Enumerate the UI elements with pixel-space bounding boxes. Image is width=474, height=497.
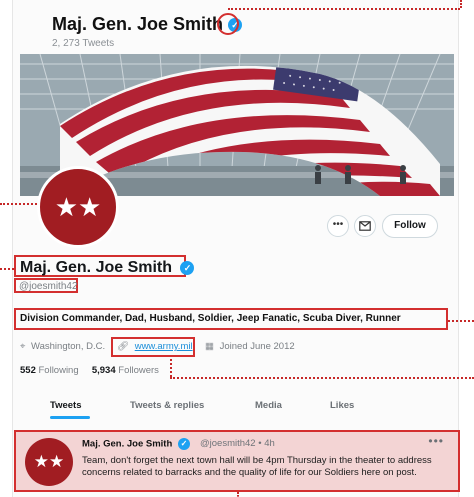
callout-line-left xyxy=(0,203,40,205)
verified-badge-icon: ✓ xyxy=(180,260,195,275)
followers-label: Followers xyxy=(118,365,159,376)
profile-bio: Division Commander, Dad, Husband, Soldie… xyxy=(20,313,401,324)
header-name-text: Maj. Gen. Joe Smith xyxy=(52,14,224,34)
following-label: Following xyxy=(38,365,79,376)
tab-tweets[interactable]: Tweets xyxy=(50,400,82,411)
tab-media-label: Media xyxy=(255,400,282,411)
callout-line-tweet xyxy=(237,492,239,497)
callout-line-bio xyxy=(448,320,474,322)
header-name: Maj. Gen. Joe Smith ✓ xyxy=(52,14,243,35)
profile-avatar[interactable]: ★★ xyxy=(37,166,119,248)
profile-handle: @joesmith42 xyxy=(19,281,78,292)
tweet-handle-time: @joesmith42 • 4h xyxy=(200,438,275,449)
follow-label: Follow xyxy=(394,220,426,231)
profile-tabs: Tweets Tweets & replies Media Likes xyxy=(20,400,454,426)
mail-icon xyxy=(359,221,371,231)
callout-line-website xyxy=(170,359,172,377)
website-link[interactable]: www.army.mil xyxy=(135,341,193,352)
page: Maj. Gen. Joe Smith ✓ 2, 273 Tweets ★★ •… xyxy=(0,0,474,497)
callout-line-top xyxy=(228,8,460,10)
more-options-label: ••• xyxy=(332,219,344,230)
callout-line-left-2 xyxy=(0,268,14,270)
avatar-stars: ★★ xyxy=(54,191,102,222)
tweet-text: Team, don't forget the next town hall wi… xyxy=(82,455,432,478)
callout-line-top-vertical xyxy=(460,0,462,8)
profile-name-text: Maj. Gen. Joe Smith xyxy=(20,259,173,276)
active-tab-indicator xyxy=(50,416,90,419)
verified-badge-icon: ✓ xyxy=(177,438,190,450)
tab-tweets-replies-label: Tweets & replies xyxy=(130,400,205,411)
header-verified-callout xyxy=(217,13,239,35)
link-icon: 🔗︎ xyxy=(117,341,130,352)
tweet-avatar-stars: ★★ xyxy=(33,452,65,471)
website[interactable]: 🔗︎ www.army.mil xyxy=(117,341,193,352)
tweet-card[interactable]: ★★ Maj. Gen. Joe Smith ✓ @joesmith42 • 4… xyxy=(14,430,460,492)
following-link[interactable]: 552 Following xyxy=(20,365,81,376)
follow-counts: 552 Following 5,934 Followers xyxy=(20,365,159,376)
tweet-more-label: ••• xyxy=(428,434,444,448)
join-date: ▦ Joined June 2012 xyxy=(205,341,295,352)
join-date-text: Joined June 2012 xyxy=(219,341,295,352)
followers-count: 5,934 xyxy=(91,365,116,376)
location-pin-icon: ⌖ xyxy=(20,341,26,352)
location: ⌖ Washington, D.C. xyxy=(20,341,105,352)
message-button[interactable] xyxy=(354,215,376,237)
profile-name: Maj. Gen. Joe Smith ✓ xyxy=(20,259,195,277)
tab-tweets-replies[interactable]: Tweets & replies xyxy=(130,400,204,411)
tweet-more-button[interactable]: ••• xyxy=(428,434,444,448)
tweet-count: 2, 273 Tweets xyxy=(52,38,115,49)
tab-likes-label: Likes xyxy=(330,400,355,411)
tab-likes[interactable]: Likes xyxy=(330,400,354,411)
tweet-author[interactable]: Maj. Gen. Joe Smith ✓ xyxy=(82,438,190,450)
following-count: 552 xyxy=(20,365,36,376)
calendar-icon: ▦ xyxy=(205,341,214,352)
follow-button[interactable]: Follow xyxy=(382,214,438,238)
more-options-button[interactable]: ••• xyxy=(327,215,349,237)
followers-link[interactable]: 5,934 Followers xyxy=(92,365,159,376)
callout-line-website-h xyxy=(170,377,474,379)
tweet-avatar[interactable]: ★★ xyxy=(25,438,73,486)
location-text: Washington, D.C. xyxy=(31,341,106,352)
tab-tweets-label: Tweets xyxy=(50,400,82,411)
tweet-author-text: Maj. Gen. Joe Smith xyxy=(82,438,173,450)
tab-media[interactable]: Media xyxy=(255,400,282,411)
